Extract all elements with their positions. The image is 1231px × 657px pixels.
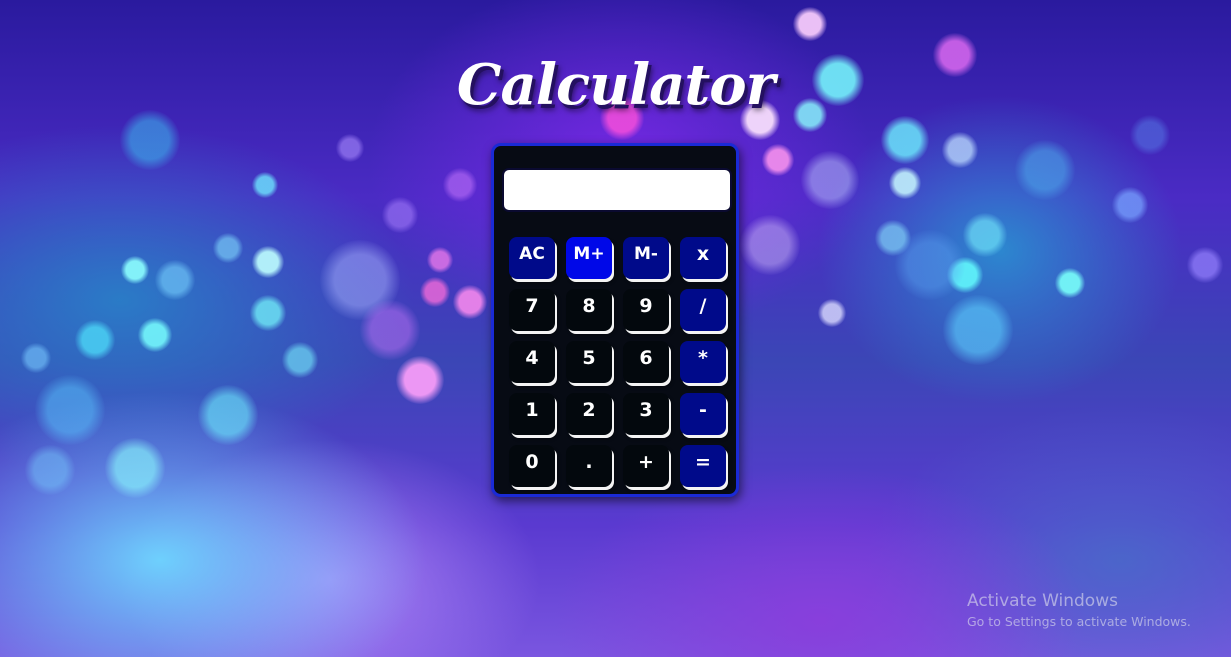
watermark-subtitle: Go to Settings to activate Windows. (967, 614, 1191, 629)
bokeh-light (801, 151, 859, 209)
bokeh-light (793, 7, 827, 41)
bokeh-light (942, 132, 978, 168)
bokeh-light (443, 168, 477, 202)
bokeh-light (198, 385, 258, 445)
bokeh-light (453, 285, 487, 319)
keypad: AC M+ M-x 7 8 9 / 4 5 6 * 1 2 3- 0. + = (509, 237, 734, 487)
bokeh-light (360, 300, 420, 360)
key-2[interactable]: 2 (566, 393, 612, 435)
key-divide[interactable]: / (680, 289, 726, 331)
bokeh-light (282, 342, 318, 378)
key-3[interactable]: 3 (623, 393, 669, 435)
key-9[interactable]: 9 (623, 289, 669, 331)
bokeh-light (320, 240, 400, 320)
bokeh-light (121, 256, 149, 284)
bokeh-light (427, 247, 453, 273)
key-8[interactable]: 8 (566, 289, 612, 331)
key-m-plus[interactable]: M+ (566, 237, 612, 279)
key-m-minus[interactable]: M- (623, 237, 669, 279)
page-title: Calculator (456, 51, 775, 118)
key-6[interactable]: 6 (623, 341, 669, 383)
bokeh-light (25, 445, 75, 495)
key-1[interactable]: 1 (509, 393, 555, 435)
bokeh-light (740, 215, 800, 275)
bokeh-light (762, 144, 794, 176)
bokeh-light (1112, 187, 1148, 223)
bokeh-light (1187, 247, 1223, 283)
bokeh-light (252, 246, 284, 278)
bokeh-light (818, 299, 846, 327)
bokeh-light (120, 110, 180, 170)
bokeh-light (105, 438, 165, 498)
bokeh-light (875, 220, 911, 256)
watermark-title: Activate Windows (967, 591, 1118, 611)
bokeh-light (895, 230, 965, 300)
bokeh-light (963, 213, 1007, 257)
key-x[interactable]: x (680, 237, 726, 279)
key-0[interactable]: 0 (509, 445, 555, 487)
key-equals[interactable]: = (680, 445, 726, 487)
calculator: AC M+ M-x 7 8 9 / 4 5 6 * 1 2 3- 0. + = (491, 143, 739, 497)
bokeh-light (213, 233, 243, 263)
bokeh-light (1015, 140, 1075, 200)
windows-activation-watermark: Activate Windows Go to Settings to activ… (967, 590, 1191, 632)
bokeh-light (252, 172, 278, 198)
bokeh-light (336, 134, 364, 162)
bokeh-light (889, 167, 921, 199)
bokeh-light (75, 320, 115, 360)
bokeh-light (396, 356, 444, 404)
key-7[interactable]: 7 (509, 289, 555, 331)
bokeh-light (420, 277, 450, 307)
bokeh-light (250, 295, 286, 331)
calculator-display[interactable] (502, 168, 732, 212)
bokeh-light (1055, 268, 1085, 298)
key-subtract[interactable]: - (680, 393, 726, 435)
bokeh-light (1130, 115, 1170, 155)
bokeh-light (943, 295, 1013, 365)
bokeh-light (138, 318, 172, 352)
key-ac[interactable]: AC (509, 237, 555, 279)
key-4[interactable]: 4 (509, 341, 555, 383)
bokeh-light (155, 260, 195, 300)
bokeh-light (947, 257, 983, 293)
key-decimal[interactable]: . (566, 445, 612, 487)
key-add[interactable]: + (623, 445, 669, 487)
bokeh-light (35, 375, 105, 445)
key-multiply[interactable]: * (680, 341, 726, 383)
key-5[interactable]: 5 (566, 341, 612, 383)
bokeh-light (21, 343, 51, 373)
bokeh-light (382, 197, 418, 233)
bokeh-light (881, 116, 929, 164)
